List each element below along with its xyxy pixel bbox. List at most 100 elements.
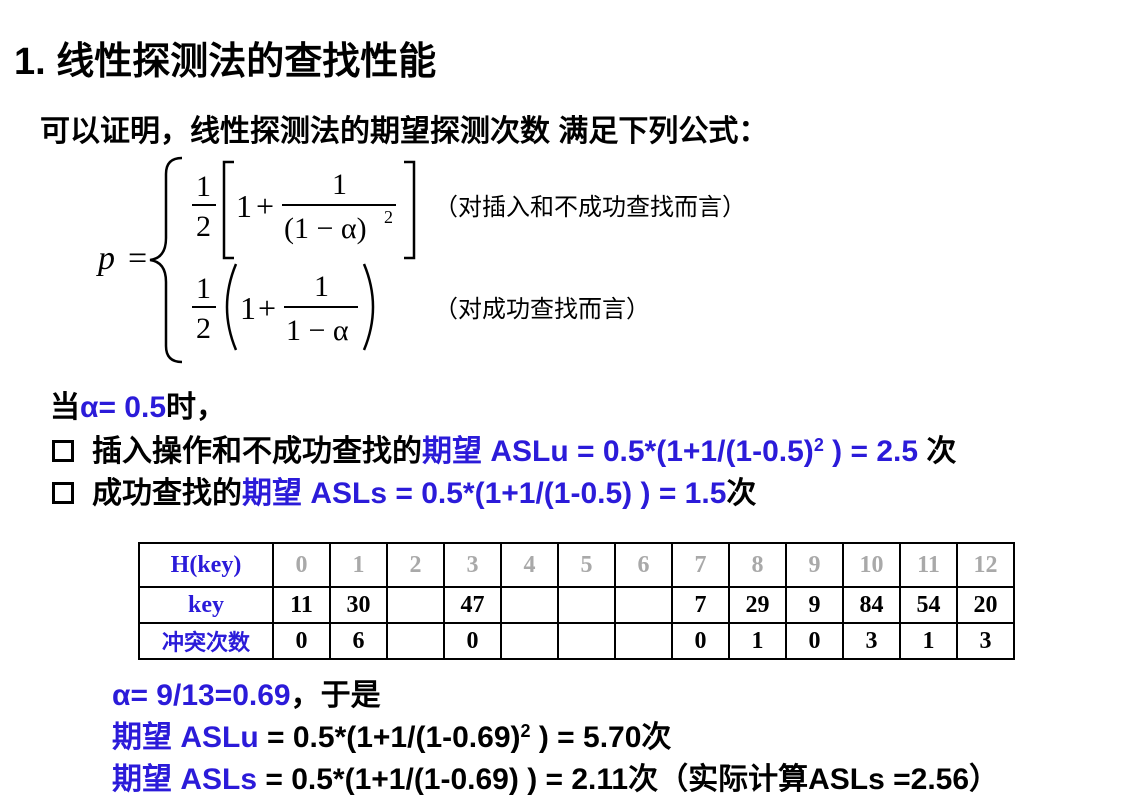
load-factor: α= 9/13=0.69，于是 bbox=[112, 670, 381, 714]
bullet1-unit: 次 bbox=[918, 435, 957, 468]
collision-cell: 3 bbox=[842, 622, 901, 660]
key-cell bbox=[614, 586, 673, 624]
bullet1-expr: ASLu = 0.5*(1+1/(1-0.5) bbox=[482, 435, 814, 468]
load-factor-suffix: ，于是 bbox=[290, 679, 381, 712]
collision-cell: 0 bbox=[785, 622, 844, 660]
intro-text: 可以证明，线性探测法的期望探测次数 满足下列公式： bbox=[40, 115, 769, 148]
bullet2-unit: 次 bbox=[726, 477, 757, 510]
asls-unit: 次 bbox=[628, 763, 659, 796]
hash-table: H(key) 0 1 2 3 4 5 6 7 8 9 10 11 12 key 11 30 47 7 29 9 84 54… bbox=[138, 542, 1015, 660]
index-cell: 5 bbox=[557, 542, 616, 588]
frac-num-1: 1 bbox=[332, 168, 347, 201]
note-insert-unsuccessful: （对插入和不成功查找而言） bbox=[434, 195, 746, 221]
index-cell: 9 bbox=[785, 542, 844, 588]
asls-expr: = 0.5*(1+1/(1-0.69) ) = 2.11 bbox=[257, 763, 629, 796]
aslu-expr2: ) = 5.70 bbox=[530, 721, 642, 754]
alpha-suffix: 时， bbox=[166, 391, 227, 424]
collision-cell: 0 bbox=[443, 622, 502, 660]
plus-2: + bbox=[258, 290, 277, 326]
aslu-sup: 2 bbox=[520, 721, 531, 741]
index-cell: 11 bbox=[899, 542, 958, 588]
index-cell: 6 bbox=[614, 542, 673, 588]
note-successful: （对成功查找而言） bbox=[434, 297, 650, 323]
key-cell: 47 bbox=[443, 586, 502, 624]
frac-den-2: 1 − α bbox=[286, 314, 349, 347]
row-label: key bbox=[138, 586, 274, 624]
half-den-1: 2 bbox=[196, 210, 211, 243]
probe-formula: p = 1 2 1 + 1 (1 − α) 2 （对插入和不成功查找而言） 1 … bbox=[96, 150, 856, 370]
alpha-condition: 当α= 0.5时， bbox=[50, 382, 226, 426]
key-cell: 11 bbox=[272, 586, 331, 624]
plus-1: + bbox=[256, 188, 275, 224]
bullet2-text: 成功查找的 bbox=[92, 477, 242, 510]
alpha-prefix: 当 bbox=[50, 391, 80, 424]
key-cell bbox=[557, 586, 616, 624]
bullet2-expr: ASLs = 0.5*(1+1/(1-0.5) ) = 1.5 bbox=[302, 477, 727, 510]
collision-cell bbox=[386, 622, 445, 660]
bullet1-text: 插入操作和不成功查找的 bbox=[92, 435, 422, 468]
aslu-expr: = 0.5*(1+1/(1-0.69) bbox=[258, 721, 521, 754]
square-exponent: 2 bbox=[384, 207, 393, 227]
bullet1-label: 期望 bbox=[422, 435, 482, 468]
frac-num-2: 1 bbox=[314, 270, 329, 303]
index-cell: 7 bbox=[671, 542, 730, 588]
index-cell: 4 bbox=[500, 542, 559, 588]
collision-cell: 1 bbox=[728, 622, 787, 660]
half-num-1: 1 bbox=[196, 170, 211, 203]
index-cell: 1 bbox=[329, 542, 388, 588]
alpha-value: α= 0.5 bbox=[80, 391, 167, 424]
page-title: 1. 线性探测法的查找性能 bbox=[14, 41, 437, 83]
square-bullet-icon bbox=[52, 440, 74, 462]
formula-left-brace bbox=[149, 156, 183, 364]
key-cell: 30 bbox=[329, 586, 388, 624]
index-cell: 10 bbox=[842, 542, 901, 588]
one-2: 1 bbox=[240, 290, 256, 326]
index-cell: 3 bbox=[443, 542, 502, 588]
row-label: 冲突次数 bbox=[138, 622, 274, 660]
asls-paren: （实际计算 bbox=[658, 763, 809, 796]
table-row-key: key 11 30 47 7 29 9 84 54 20 bbox=[138, 586, 1015, 624]
frac-den-1: (1 − α) bbox=[284, 212, 367, 245]
load-factor-value: α= 9/13=0.69 bbox=[112, 679, 291, 712]
bullet-asls: 成功查找的期望 ASLs = 0.5*(1+1/(1-0.5) ) = 1.5次 bbox=[52, 468, 756, 512]
collision-cell: 0 bbox=[671, 622, 730, 660]
index-cell: 8 bbox=[728, 542, 787, 588]
aslu-result: 期望 ASLu = 0.5*(1+1/(1-0.69)2 ) = 5.70次 bbox=[112, 712, 671, 756]
collision-cell bbox=[614, 622, 673, 660]
asls-label: 期望 ASLs bbox=[112, 763, 258, 796]
right-square-bracket bbox=[404, 160, 416, 260]
index-cell: 0 bbox=[272, 542, 331, 588]
left-paren bbox=[225, 263, 238, 351]
collision-cell bbox=[500, 622, 559, 660]
key-cell: 29 bbox=[728, 586, 787, 624]
asls-note: ASLs =2.56 bbox=[808, 763, 970, 796]
asls-result: 期望 ASLs = 0.5*(1+1/(1-0.69) ) = 2.11次（实际… bbox=[112, 754, 999, 796]
key-cell: 20 bbox=[956, 586, 1015, 624]
left-square-bracket bbox=[222, 160, 234, 260]
key-cell: 9 bbox=[785, 586, 844, 624]
key-cell bbox=[386, 586, 445, 624]
key-cell bbox=[500, 586, 559, 624]
one-1: 1 bbox=[236, 188, 252, 224]
key-cell: 7 bbox=[671, 586, 730, 624]
right-paren bbox=[362, 263, 375, 351]
key-cell: 84 bbox=[842, 586, 901, 624]
square-bullet-icon bbox=[52, 482, 74, 504]
bullet1-sup: 2 bbox=[813, 435, 824, 455]
index-cell: 2 bbox=[386, 542, 445, 588]
half-num-2: 1 bbox=[196, 272, 211, 305]
collision-cell: 1 bbox=[899, 622, 958, 660]
table-row-collision: 冲突次数 0 6 0 0 1 0 3 1 3 bbox=[138, 622, 1015, 660]
collision-cell bbox=[557, 622, 616, 660]
key-cell: 54 bbox=[899, 586, 958, 624]
table-row-index: H(key) 0 1 2 3 4 5 6 7 8 9 10 11 12 bbox=[138, 542, 1015, 588]
bullet2-label: 期望 bbox=[242, 477, 302, 510]
collision-cell: 3 bbox=[956, 622, 1015, 660]
index-cell: 12 bbox=[956, 542, 1015, 588]
collision-cell: 0 bbox=[272, 622, 331, 660]
asls-close: ） bbox=[969, 763, 1000, 796]
bullet1-expr2: ) = 2.5 bbox=[823, 435, 919, 468]
aslu-unit: 次 bbox=[641, 721, 672, 754]
collision-cell: 6 bbox=[329, 622, 388, 660]
row-label: H(key) bbox=[138, 542, 274, 588]
